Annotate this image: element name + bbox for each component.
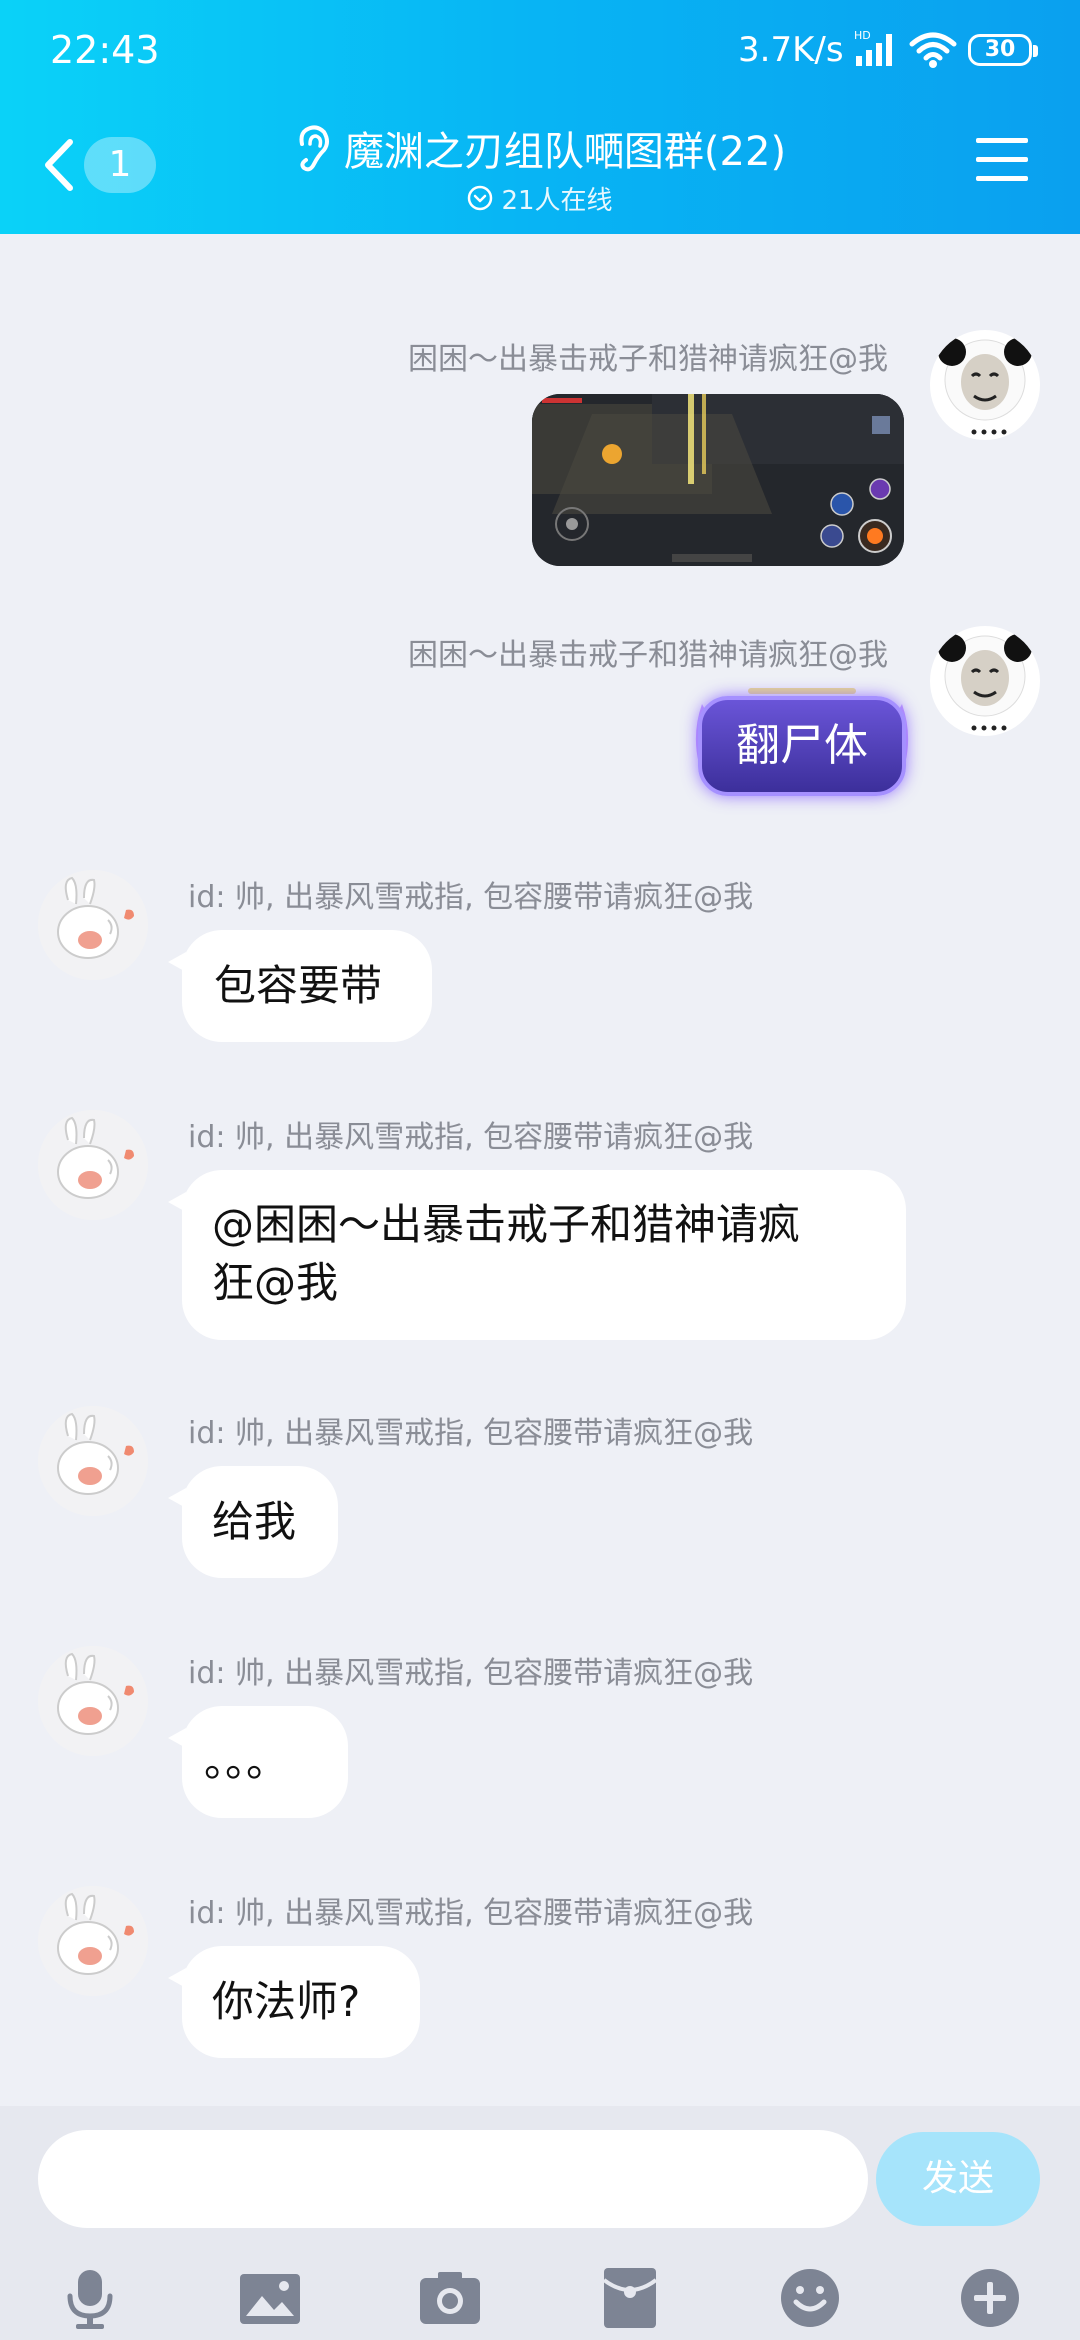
signal-icon: HD bbox=[854, 29, 892, 66]
signal-hd-label: HD bbox=[854, 29, 871, 42]
page-title: 魔渊之刃组队嗮图群(22) bbox=[343, 129, 787, 175]
online-count-text: 21人在线 bbox=[501, 185, 613, 216]
message-bubble[interactable]: @困困～出暴击戒子和猎神请疯 狂@我 bbox=[168, 1170, 906, 1340]
sender-name: id: 帅, 出暴风雪戒指, 包容腰带请疯狂@我 bbox=[188, 1120, 754, 1155]
send-button[interactable]: 发送 bbox=[876, 2132, 1040, 2226]
bunny-avatar-icon bbox=[38, 870, 148, 980]
sender-name: id: 帅, 出暴风雪戒指, 包容腰带请疯狂@我 bbox=[188, 1896, 754, 1931]
avatar[interactable] bbox=[38, 870, 148, 980]
message-item: id: 帅, 出暴风雪戒指, 包容腰带请疯狂@我 你法师? bbox=[0, 234, 1080, 2058]
message-text: 翻尸体 bbox=[698, 696, 906, 796]
message-text: 包容要带 bbox=[214, 961, 383, 1010]
chat-header: 22:43 3.7K/s HD 30 1 魔渊之刃组队嗮图群(22) 21人在线 bbox=[0, 0, 1080, 234]
message-text-line: @困困～出暴击戒子和猎神请疯 bbox=[212, 1200, 801, 1249]
back-button[interactable]: 1 bbox=[40, 130, 160, 200]
ear-icon bbox=[299, 125, 329, 172]
message-bubble[interactable]: 给我 bbox=[168, 1466, 338, 1578]
chevron-left-icon bbox=[45, 139, 73, 191]
emoji-icon[interactable] bbox=[778, 2266, 842, 2330]
message-text: 给我 bbox=[212, 1497, 297, 1546]
message-bubble[interactable]: 包容要带 bbox=[168, 930, 432, 1042]
avatar[interactable] bbox=[38, 1110, 148, 1220]
camera-icon[interactable] bbox=[418, 2266, 482, 2330]
plus-icon[interactable] bbox=[958, 2266, 1022, 2330]
message-item: 困困～出暴击戒子和猎神请疯狂@我 bbox=[0, 234, 1080, 574]
bunny-avatar-icon bbox=[38, 1110, 148, 1220]
sender-name: id: 帅, 出暴风雪戒指, 包容腰带请疯狂@我 bbox=[188, 880, 754, 915]
online-count[interactable]: 21人在线 bbox=[340, 178, 740, 218]
avatar[interactable] bbox=[38, 1646, 148, 1756]
sender-name: id: 帅, 出暴风雪戒指, 包容腰带请疯狂@我 bbox=[188, 1416, 754, 1451]
status-bar: 22:43 3.7K/s HD 30 bbox=[0, 0, 1080, 110]
network-speed: 3.7K/s bbox=[738, 30, 844, 70]
bunny-avatar-icon bbox=[38, 1406, 148, 1516]
game-screenshot-image[interactable] bbox=[532, 394, 904, 566]
avatar[interactable] bbox=[930, 330, 1040, 440]
microphone-icon[interactable] bbox=[58, 2266, 122, 2330]
message-list[interactable]: 困困～出暴击戒子和猎神请疯狂@我 困困～出暴击戒子和猎神请疯狂@我 翻尸体 id… bbox=[0, 234, 1080, 2106]
panda-meme-icon bbox=[938, 634, 1032, 731]
bunny-avatar-icon bbox=[38, 1886, 148, 1996]
sender-name: id: 帅, 出暴风雪戒指, 包容腰带请疯狂@我 bbox=[188, 1656, 754, 1691]
bunny-avatar-icon bbox=[38, 1646, 148, 1756]
message-text: 你法师? bbox=[212, 1977, 361, 2026]
avatar[interactable] bbox=[38, 1886, 148, 1996]
battery-indicator: 30 bbox=[968, 34, 1038, 66]
input-bar: 发送 bbox=[0, 2106, 1080, 2340]
menu-icon[interactable] bbox=[976, 138, 1028, 190]
status-time: 22:43 bbox=[50, 28, 160, 72]
message-input[interactable] bbox=[38, 2130, 868, 2228]
image-icon[interactable] bbox=[238, 2266, 302, 2330]
avatar[interactable] bbox=[930, 626, 1040, 736]
chevron-down-circle-icon bbox=[468, 185, 493, 211]
wifi-icon bbox=[909, 32, 957, 68]
sender-name: 困困～出暴击戒子和猎神请疯狂@我 bbox=[408, 638, 888, 673]
message-bubble[interactable]: 翻尸体 bbox=[688, 684, 916, 804]
message-bubble[interactable]: 你法师? bbox=[168, 1946, 420, 2058]
red-packet-icon[interactable] bbox=[598, 2266, 662, 2330]
unread-badge: 1 bbox=[84, 137, 156, 193]
game-screenshot-graphic bbox=[532, 394, 904, 566]
message-text: 。。。 bbox=[204, 1737, 289, 1786]
panda-meme-icon bbox=[938, 338, 1032, 435]
avatar[interactable] bbox=[38, 1406, 148, 1516]
message-bubble[interactable]: 。。。 bbox=[168, 1706, 348, 1818]
message-text-line: 狂@我 bbox=[212, 1258, 339, 1307]
sender-name: 困困～出暴击戒子和猎神请疯狂@我 bbox=[408, 342, 888, 377]
chat-title-row[interactable]: 魔渊之刃组队嗮图群(22) bbox=[260, 118, 820, 178]
